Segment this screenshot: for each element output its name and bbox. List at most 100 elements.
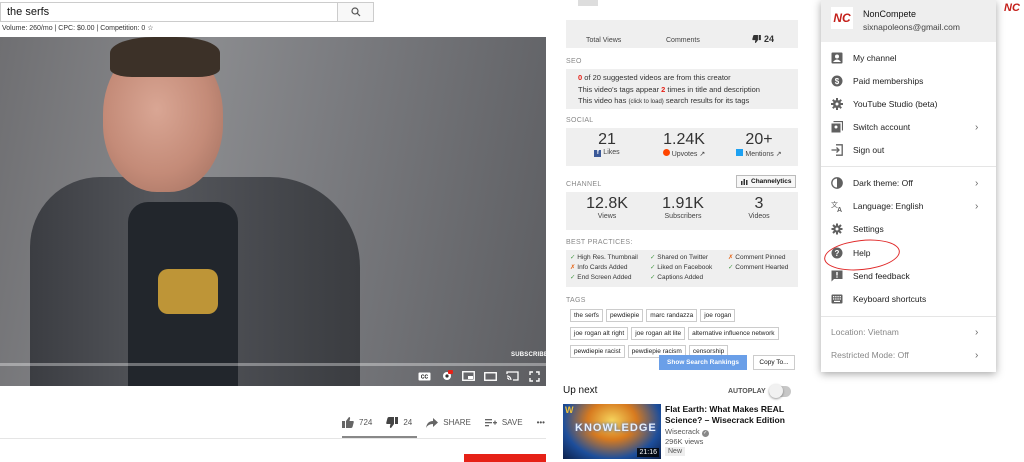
subscribe-button[interactable]: [464, 454, 546, 462]
menu-item-settings[interactable]: Settings: [821, 219, 996, 239]
save-button[interactable]: SAVE: [484, 418, 523, 428]
chevron-right-icon: ›: [975, 177, 979, 189]
subscribe-watermark[interactable]: SUBSCRIBE: [511, 352, 548, 358]
avatar: NC: [831, 7, 853, 29]
video-player[interactable]: [0, 37, 546, 386]
menu-item-restricted-mode[interactable]: Restricted Mode: Off ›: [821, 345, 996, 365]
settings-gear-icon[interactable]: [440, 370, 453, 382]
chevron-right-icon: ›: [975, 200, 979, 212]
fullscreen-icon[interactable]: [528, 370, 541, 382]
up-next-views: 296K views: [665, 437, 704, 446]
external-link-icon[interactable]: ↗: [776, 151, 782, 158]
menu-item-paid-memberships[interactable]: $ Paid memberships: [821, 71, 996, 91]
menu-item-language[interactable]: 文A Language: English ›: [821, 196, 996, 216]
best-practice-item: ✓ Shared on Twitter: [650, 253, 728, 261]
external-link-icon[interactable]: ↗: [699, 151, 705, 158]
gear-icon: [831, 98, 843, 110]
account-name: NonCompete: [863, 9, 917, 19]
best-practice-label: Comment Hearted: [735, 264, 789, 271]
tag-chip[interactable]: alternative influence network: [688, 327, 779, 340]
star-icon[interactable]: ☆: [147, 25, 153, 32]
search-input[interactable]: the serfs: [0, 2, 338, 22]
menu-item-my-channel[interactable]: My channel: [821, 48, 996, 68]
account-email: sixnapoleons@gmail.com: [863, 22, 960, 32]
miniplayer-icon[interactable]: [462, 371, 475, 382]
like-button[interactable]: 724: [342, 417, 372, 428]
check-icon: ✓: [650, 254, 656, 261]
facebook-icon: f: [594, 150, 602, 157]
channel-section: CHANNEL Channelytics 12.8K Views 1.91K S…: [566, 175, 798, 230]
social-box: 21 f Likes 1.24K Upvotes ↗ 20+ Mentions …: [566, 128, 798, 166]
menu-divider: [821, 316, 996, 317]
cross-icon: ✗: [570, 264, 576, 271]
like-count: 724: [359, 418, 373, 427]
best-practice-item: ✗ Comment Pinned: [728, 253, 802, 261]
feedback-icon: [831, 270, 843, 282]
menu-item-sign-out[interactable]: Sign out: [821, 140, 996, 160]
keyboard-icon: [831, 293, 843, 305]
seo-title: SEO: [566, 58, 582, 65]
tag-list: the serfs pewdiepie marc randazza joe rogan…: [570, 308, 798, 362]
account-avatar-button[interactable]: NC: [1004, 2, 1024, 22]
dislike-button[interactable]: 24: [386, 417, 412, 428]
menu-item-location[interactable]: Location: Vietnam ›: [821, 322, 996, 342]
tag-chip[interactable]: joe rogan alt right: [570, 327, 629, 340]
top-stats-section: Total Views Comments 24: [566, 20, 798, 48]
social-upvotes: 1.24K Upvotes ↗: [662, 131, 706, 158]
up-next-channel[interactable]: Wisecrack ✓: [665, 427, 709, 437]
best-practices-section: BEST PRACTICES: ✓ High Res. Thumbnail ✓ S…: [566, 239, 798, 287]
search-query: the serfs: [7, 6, 50, 18]
seo-line-2: This video's tags appear 2 times in titl…: [578, 84, 760, 94]
settings-icon: [831, 223, 843, 235]
comments-label: Comments: [666, 37, 700, 44]
menu-item-switch-account[interactable]: Switch account ›: [821, 117, 996, 137]
tag-chip[interactable]: the serfs: [570, 309, 603, 322]
tag-chip[interactable]: pewdiepie: [605, 309, 644, 322]
menu-item-youtube-studio[interactable]: YouTube Studio (beta): [821, 94, 996, 114]
best-practice-label: High Res. Thumbnail: [577, 254, 638, 261]
tag-chip[interactable]: pewdiepie racist: [570, 345, 625, 358]
header-fragment: [578, 0, 598, 6]
tag-chip[interactable]: joe rogan: [700, 309, 736, 322]
channel-videos: 3 Videos: [748, 195, 770, 220]
thumbs-down-icon: [386, 417, 399, 428]
cast-icon[interactable]: [506, 371, 519, 382]
check-icon: ✓: [650, 274, 656, 281]
dark-theme-icon: [831, 177, 843, 189]
best-practice-label: Captions Added: [657, 274, 704, 281]
video-person-hair: [110, 37, 220, 77]
social-title: SOCIAL: [566, 117, 594, 124]
menu-item-dark-theme[interactable]: Dark theme: Off ›: [821, 173, 996, 193]
autoplay-toggle-knob[interactable]: [769, 384, 783, 398]
tags-section: TAGS the serfs pewdiepie marc randazza joe …: [566, 297, 798, 370]
show-search-rankings-button[interactable]: Show Search Rankings: [659, 355, 747, 370]
tag-chip[interactable]: marc randazza: [646, 309, 698, 322]
click-to-load-link[interactable]: (click to load): [628, 99, 663, 105]
best-practices-title: BEST PRACTICES:: [566, 239, 633, 246]
search-button[interactable]: [337, 2, 374, 22]
video-duration: 21:16: [637, 448, 659, 457]
best-practice-label: Comment Pinned: [735, 254, 786, 261]
reddit-icon: [662, 149, 670, 156]
video-progress-bar[interactable]: [0, 363, 546, 366]
copy-to-button[interactable]: Copy To...: [753, 355, 795, 370]
dislike-stat: 24: [752, 34, 774, 44]
playlist-add-icon: [484, 418, 497, 426]
channelytics-button[interactable]: Channelytics: [736, 175, 797, 188]
best-practice-item: ✓ Comment Hearted: [728, 263, 802, 271]
captions-icon[interactable]: CC: [418, 371, 431, 382]
share-button[interactable]: SHARE: [426, 417, 471, 428]
tag-chip[interactable]: joe rogan alt lite: [631, 327, 686, 340]
dislike-count: 24: [403, 418, 413, 427]
best-practice-item: ✓ High Res. Thumbnail: [570, 253, 650, 261]
more-actions-button[interactable]: •••: [537, 418, 545, 427]
up-next-title[interactable]: Flat Earth: What Makes REAL Science? – W…: [665, 404, 805, 426]
menu-item-keyboard-shortcuts[interactable]: Keyboard shortcuts: [821, 289, 996, 309]
keyword-stats: Volume: 260/mo | CPC: $0.00 | Competitio…: [2, 25, 154, 32]
up-next-thumbnail[interactable]: W KNOWLEDGE 21:16: [563, 404, 661, 459]
best-practice-label: Liked on Facebook: [657, 264, 713, 271]
switch-account-icon: [831, 121, 843, 133]
sign-out-icon: [831, 144, 843, 156]
theater-mode-icon[interactable]: [484, 371, 497, 382]
seo-line-3: This video has (click to load) search re…: [578, 96, 750, 105]
